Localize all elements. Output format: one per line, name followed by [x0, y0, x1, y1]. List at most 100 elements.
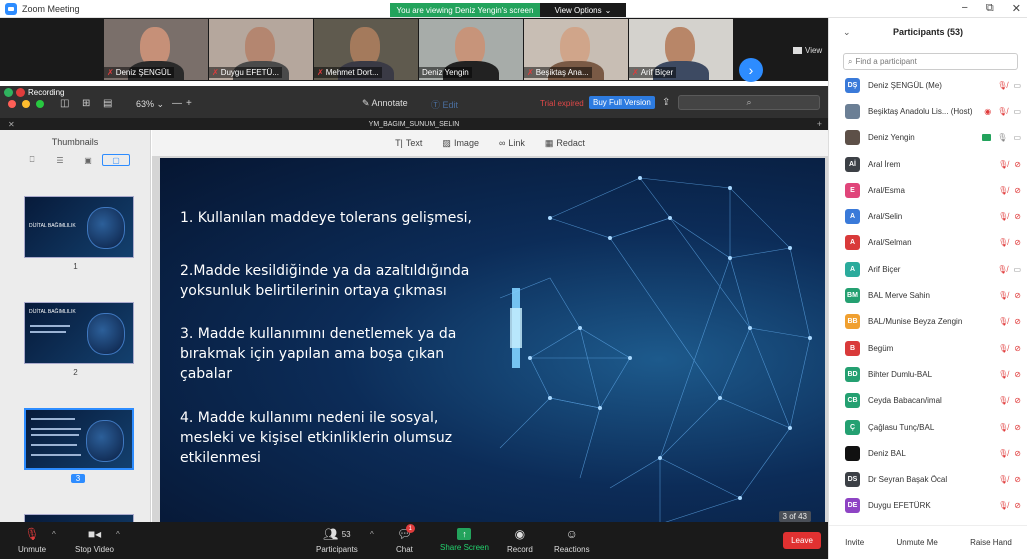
- slide-point-3a: 3. Madde kullanımını denetlemek ya da: [180, 326, 457, 342]
- participant-name: Dr Seyran Başak Öcal: [868, 475, 948, 485]
- participant-row[interactable]: DS Dr Seyran Başak Öcal 🎙︎̸ ⊘: [829, 466, 1027, 492]
- participant-row[interactable]: Deniz BAL 🎙︎̸ ⊘: [829, 440, 1027, 466]
- camera-off-icon: ⊘: [1014, 238, 1021, 248]
- trial-expired-label: Trial expired: [540, 99, 584, 108]
- stop-video-button[interactable]: ■◂ Stop Video: [75, 526, 114, 554]
- outline-tab-icon[interactable]: ☰: [46, 154, 74, 166]
- participant-name: BAL/Munise Beyza Zengin: [868, 317, 963, 327]
- restore-button[interactable]: ⧉: [986, 2, 994, 15]
- participants-title: Participants (53): [892, 27, 964, 37]
- page-thumbnail[interactable]: [24, 514, 134, 522]
- unmute-me-button[interactable]: Unmute Me: [890, 535, 943, 550]
- close-button[interactable]: ✕: [1012, 2, 1021, 15]
- share-icon[interactable]: ⇪: [662, 97, 670, 108]
- recording-indicator[interactable]: Recording: [4, 88, 64, 97]
- camera-off-icon: ⊘: [1014, 185, 1021, 195]
- camera-off-icon: ⊘: [1014, 448, 1021, 458]
- unmute-button[interactable]: 🎙︎ Unmute: [18, 526, 46, 554]
- page-layout-icon[interactable]: ▤: [103, 98, 112, 109]
- video-tile[interactable]: ✗ Duygu EFETÜ...: [209, 19, 313, 80]
- page-thumbnail[interactable]: DİJİTAL BAĞIMLILIK: [24, 196, 134, 258]
- participant-row[interactable]: E Aral/Esma 🎙︎̸ ⊘: [829, 177, 1027, 203]
- participant-row[interactable]: CB Ceyda Babacan/imal 🎙︎̸ ⊘: [829, 388, 1027, 414]
- view-button[interactable]: View: [793, 46, 822, 55]
- pdf-search-input[interactable]: ⌕: [678, 95, 820, 110]
- slide-point-3c: çabalar: [180, 366, 232, 382]
- participant-row[interactable]: Aİ Aral İrem 🎙︎̸ ⊘: [829, 151, 1027, 177]
- participant-status-icons: 🎙︎̸ ⊘: [998, 186, 1021, 195]
- view-options-button[interactable]: View Options ⌄: [540, 3, 626, 17]
- find-participant-input[interactable]: ⌕ Find a participant: [843, 53, 1018, 70]
- participant-row[interactable]: BB BAL/Munise Beyza Zengin 🎙︎̸ ⊘: [829, 309, 1027, 335]
- video-tile[interactable]: ✗ Deniz ŞENGÜL: [104, 19, 208, 80]
- mac-minimize-icon[interactable]: [22, 100, 30, 108]
- thumbnail-tab-icon[interactable]: ▢: [102, 154, 130, 166]
- link-tool[interactable]: ∞ Link: [499, 138, 525, 148]
- participant-status-icons: 🎙︎̸ ⊘: [998, 344, 1021, 353]
- next-video-page-button[interactable]: ›: [739, 58, 763, 82]
- redact-tool[interactable]: ▦ Redact: [545, 138, 585, 149]
- video-tile[interactable]: Deniz Yengin: [419, 19, 523, 80]
- participant-row[interactable]: BD Bihter Dumlu-BAL 🎙︎̸ ⊘: [829, 361, 1027, 387]
- participants-button[interactable]: 👥︎ 53 Participants: [316, 526, 358, 554]
- link-tool-label: Link: [508, 138, 525, 148]
- audio-options-chevron-icon[interactable]: ^: [52, 530, 56, 539]
- page-thumbnail-selected[interactable]: [24, 408, 134, 470]
- participant-avatar: A: [845, 261, 860, 277]
- text-tool[interactable]: T| Text: [395, 138, 422, 148]
- page-number: 3: [71, 474, 85, 483]
- mac-zoom-icon[interactable]: [36, 100, 44, 108]
- participants-header: ⌄ Participants (53): [829, 18, 1027, 46]
- participant-row[interactable]: Ç Çağlasu Tunç/BAL 🎙︎̸ ⊘: [829, 414, 1027, 440]
- close-tab-icon[interactable]: ✕: [8, 120, 15, 129]
- tile-name: Duygu EFETÜ...: [220, 68, 279, 77]
- zoom-out-icon[interactable]: —: [172, 98, 182, 109]
- bookmark-tab-icon[interactable]: ⎕: [18, 154, 46, 166]
- tile-name: Mehmet Dort...: [325, 68, 379, 77]
- participant-row[interactable]: B Begüm 🎙︎̸ ⊘: [829, 335, 1027, 361]
- participants-panel: ⌄ Participants (53) ⌕ Find a participant…: [828, 18, 1027, 559]
- share-screen-button[interactable]: ↑ Share Screen: [440, 526, 489, 552]
- leave-button[interactable]: Leave: [783, 532, 821, 549]
- buy-full-version-button[interactable]: Buy Full Version: [589, 96, 655, 109]
- video-tile[interactable]: ✗ Beşiktaş Ana...: [524, 19, 628, 80]
- video-tile[interactable]: ✗ Mehmet Dort...: [314, 19, 418, 80]
- new-tab-icon[interactable]: +: [817, 119, 822, 129]
- participant-row[interactable]: Deniz Yengin 🎙︎ ▭: [829, 125, 1027, 151]
- image-tool[interactable]: ▨ Image: [442, 138, 479, 149]
- mic-icon: 🎙︎: [997, 133, 1008, 143]
- mic-off-icon: 🎙︎̸: [998, 475, 1009, 485]
- edit-label: Edit: [442, 100, 459, 110]
- edit-button[interactable]: Ⓣ Edit: [431, 98, 458, 111]
- participant-row[interactable]: Beşiktaş Anadolu Lis... (Host) ◉ 🎙︎̸ ▭: [829, 98, 1027, 124]
- slide-point-4c: etkilenmesi: [180, 450, 261, 466]
- grid-layout-icon[interactable]: ⊞: [82, 98, 90, 109]
- minimize-button[interactable]: −: [961, 2, 967, 15]
- participant-row[interactable]: A Arif Biçer 🎙︎̸ ▭: [829, 256, 1027, 282]
- participant-row[interactable]: A Aral/Selin 🎙︎̸ ⊘: [829, 203, 1027, 229]
- participants-options-chevron-icon[interactable]: ^: [370, 530, 374, 539]
- participant-row[interactable]: A Aral/Selman 🎙︎̸ ⊘: [829, 230, 1027, 256]
- invite-button[interactable]: Invite: [839, 535, 870, 550]
- mac-close-icon[interactable]: [8, 100, 16, 108]
- zoom-in-icon[interactable]: +: [186, 98, 192, 109]
- chat-button[interactable]: 💬︎ 1 Chat: [396, 524, 415, 554]
- page-thumbnail[interactable]: DİJİTAL BAĞIMLILIK: [24, 302, 134, 364]
- security-check-icon: [4, 88, 13, 97]
- collapse-panel-chevron-icon[interactable]: ⌄: [843, 27, 851, 38]
- image-tab-icon[interactable]: ▣: [74, 154, 102, 166]
- participant-row[interactable]: BM BAL Merve Sahin 🎙︎̸ ⊘: [829, 282, 1027, 308]
- thumbnails-title: Thumbnails: [51, 137, 99, 147]
- reactions-button[interactable]: ☺ Reactions: [554, 526, 590, 554]
- zoom-level[interactable]: 63% ⌄: [136, 99, 164, 110]
- video-tile[interactable]: ✗ Arif Biçer: [629, 19, 733, 80]
- record-button[interactable]: ◉ Record: [507, 526, 533, 554]
- sidebar-toggle-icon[interactable]: ◫: [60, 98, 69, 109]
- annotate-button[interactable]: ✎ Annotate: [362, 98, 408, 109]
- chevron-right-icon: ›: [748, 62, 754, 78]
- participant-row[interactable]: DŞ Deniz ŞENGÜL (Me) 🎙︎̸ ▭: [829, 72, 1027, 98]
- raise-hand-button[interactable]: Raise Hand: [964, 535, 1018, 550]
- video-options-chevron-icon[interactable]: ^: [116, 530, 120, 539]
- document-filename[interactable]: YM_BAGIM_SUNUM_SELIN: [369, 121, 460, 128]
- participant-row[interactable]: DE Duygu EFETÜRK 🎙︎̸ ⊘: [829, 493, 1027, 519]
